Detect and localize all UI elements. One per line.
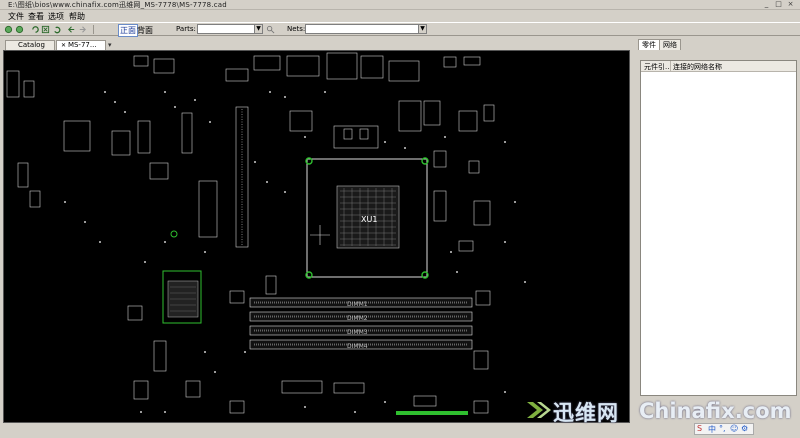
zoom-in-icon[interactable] [4, 25, 13, 34]
ime-emoji-icon[interactable]: ☺ [730, 424, 738, 433]
watermark-cn: 迅维网 [553, 401, 619, 425]
close-button[interactable]: × [786, 1, 795, 9]
dimm-label: DIMM3 [347, 329, 368, 336]
chevron-down-icon[interactable]: ▼ [418, 25, 426, 33]
toolbar: 正面 背面 Parts: ▼ Nets: ▼ [0, 22, 800, 37]
mounting-hole [170, 230, 178, 238]
edge-connector [396, 411, 468, 415]
dimm-slot: DIMM2 [249, 311, 473, 322]
watermark-en: Chinafix.com [639, 399, 792, 423]
ime-toolbar: S 中 °, ☺ ⚙ [694, 423, 754, 435]
zoom-out-icon[interactable] [15, 25, 24, 34]
side-panel-tabs: 零件 网络 [634, 38, 800, 50]
search-icon[interactable] [266, 25, 275, 34]
cpu-label: XU1 [361, 215, 377, 224]
document-tabs: Catalog ✕ MS-77... ▾ [0, 38, 634, 50]
tab-catalog-label: Catalog [18, 41, 45, 49]
column-divider[interactable] [670, 61, 671, 72]
dimm-label: DIMM1 [347, 301, 368, 308]
dimm-label: DIMM4 [347, 343, 368, 350]
chipset [162, 270, 202, 324]
top-side-button[interactable]: 正面 [118, 24, 138, 37]
back-arrow-icon[interactable] [67, 25, 76, 34]
parts-label: Parts: [176, 25, 196, 33]
tab-board-label: MS-77... [67, 41, 97, 49]
watermark: 迅维网 Chinafix.com [525, 392, 800, 432]
ime-punct-icon[interactable]: °, [719, 424, 726, 433]
menu-help[interactable]: 帮助 [69, 11, 85, 22]
panel-header: 元件引... 连接的网络名称 [641, 61, 796, 72]
tab-board[interactable]: ✕ MS-77... [56, 40, 106, 50]
cpu-socket: XU1 [305, 157, 429, 279]
ime-lang-icon[interactable]: 中 [708, 424, 716, 435]
dimm-slots: DIMM1 DIMM2 DIMM3 DIMM4 [249, 297, 473, 350]
parts-combo[interactable]: ▼ [197, 24, 263, 34]
chinafix-logo-icon [527, 402, 551, 418]
pcb-canvas[interactable]: XU1 DIMM1 DIMM2 DIMM3 DIMM4 [3, 50, 630, 423]
forward-arrow-icon[interactable] [78, 25, 87, 34]
menu-file[interactable]: 文件 [8, 11, 24, 22]
pcb-components [6, 52, 495, 414]
tab-dropdown-icon[interactable]: ▾ [108, 41, 112, 49]
tab-catalog[interactable]: Catalog [5, 40, 55, 50]
tab-parts[interactable]: 零件 [638, 39, 660, 50]
window-title: E:\图纸\bios\www.chinafix.com迅维网_MS-7778\M… [8, 1, 227, 9]
dimm-slot: DIMM4 [249, 339, 473, 350]
crosshair-cursor [310, 225, 330, 245]
toolbar-divider [93, 25, 94, 34]
menu-options[interactable]: 选项 [48, 11, 64, 22]
refresh-icon[interactable] [53, 25, 62, 34]
dimm-slot: DIMM1 [249, 297, 473, 308]
column-pin[interactable]: 元件引... [644, 62, 672, 72]
nets-label: Nets: [287, 25, 306, 33]
parts-panel: 元件引... 连接的网络名称 [640, 60, 797, 396]
dimm-label: DIMM2 [347, 315, 368, 322]
fit-screen-icon[interactable] [41, 25, 50, 34]
maximize-button[interactable]: □ [774, 1, 783, 9]
close-icon[interactable]: ✕ [61, 42, 68, 49]
pcb-pads [64, 91, 526, 413]
nets-combo[interactable]: ▼ [305, 24, 427, 34]
ime-logo-icon[interactable]: S [697, 424, 702, 433]
title-bar: E:\图纸\bios\www.chinafix.com迅维网_MS-7778\M… [0, 0, 800, 10]
ime-settings-icon[interactable]: ⚙ [741, 424, 748, 433]
dimm-slot: DIMM3 [249, 325, 473, 336]
column-net-name[interactable]: 连接的网络名称 [673, 62, 722, 72]
tab-nets[interactable]: 网络 [659, 39, 681, 50]
menu-bar: 文件 查看 选项 帮助 [0, 10, 800, 22]
chevron-down-icon[interactable]: ▼ [254, 25, 262, 33]
menu-view[interactable]: 查看 [28, 11, 44, 22]
rotate-icon[interactable] [31, 25, 40, 34]
bottom-side-button[interactable]: 背面 [137, 25, 153, 36]
minimize-button[interactable]: _ [762, 1, 771, 9]
pcb-drawing: XU1 DIMM1 DIMM2 DIMM3 DIMM4 [6, 52, 526, 415]
